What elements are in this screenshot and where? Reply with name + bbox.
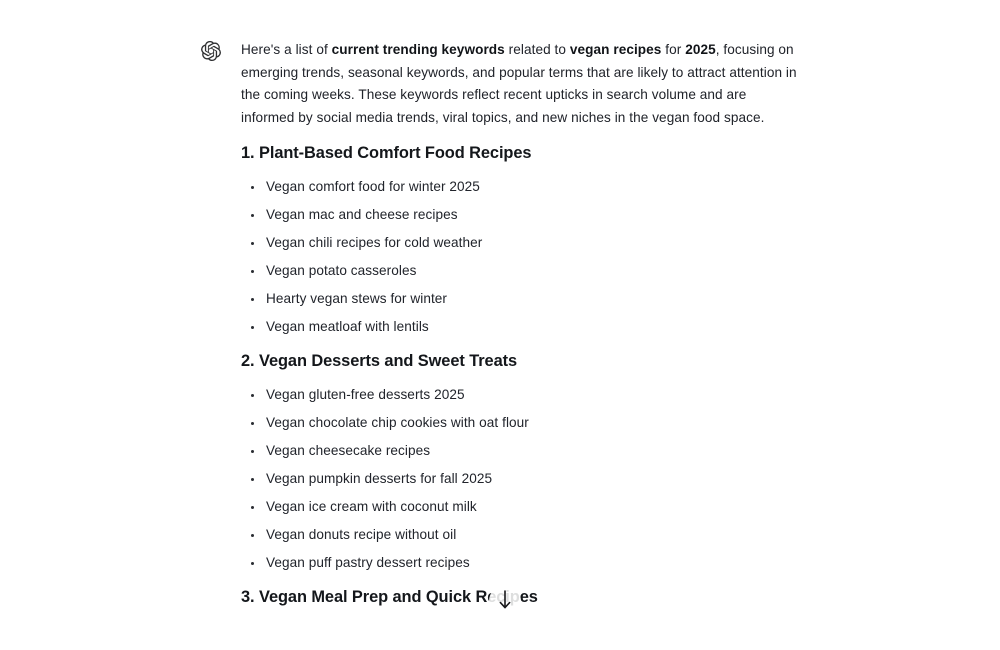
section-number-1: 1.	[241, 144, 255, 162]
keyword-text: Vegan mac and cheese recipes	[266, 207, 458, 222]
intro-paragraph: Here's a list of current trending keywor…	[241, 39, 797, 129]
intro-text-2: related to	[504, 42, 570, 57]
list-item: Vegan chocolate chip cookies with oat fl…	[241, 409, 529, 437]
section-title-1: Plant-Based Comfort Food Recipes	[259, 144, 532, 162]
intro-bold-1: current trending keywords	[331, 42, 505, 57]
keyword-text: Vegan chili recipes for cold weather	[266, 235, 483, 250]
section-heading-2: 2. Vegan Desserts and Sweet Treats	[241, 350, 517, 372]
bullet-icon	[251, 185, 255, 189]
section-title-3: Vegan Meal Prep and Quick Recipes	[259, 588, 538, 606]
bullet-icon	[251, 393, 255, 397]
bullet-icon	[251, 325, 255, 329]
bullet-icon	[251, 421, 255, 425]
list-item: Vegan mac and cheese recipes	[241, 201, 482, 229]
intro-text-1: Here's a list of	[241, 42, 332, 57]
bullet-icon	[251, 505, 255, 509]
list-item: Vegan gluten-free desserts 2025	[241, 381, 529, 409]
openai-logo-icon	[201, 40, 221, 62]
list-item: Vegan cheesecake recipes	[241, 437, 529, 465]
list-item: Vegan meatloaf with lentils	[241, 313, 482, 341]
bullet-icon	[251, 213, 255, 217]
intro-text-3: for	[661, 42, 686, 57]
list-item: Hearty vegan stews for winter	[241, 285, 482, 313]
list-item: Vegan donuts recipe without oil	[241, 521, 529, 549]
keyword-text: Vegan donuts recipe without oil	[266, 527, 457, 542]
keyword-text: Hearty vegan stews for winter	[266, 291, 448, 306]
keyword-text: Vegan potato casseroles	[266, 263, 417, 278]
bullet-icon	[251, 477, 255, 481]
keyword-list-1: Vegan comfort food for winter 2025 Vegan…	[241, 173, 482, 341]
section-heading-1: 1. Plant-Based Comfort Food Recipes	[241, 142, 532, 164]
bullet-icon	[251, 533, 255, 537]
list-item: Vegan puff pastry dessert recipes	[241, 549, 529, 577]
bullet-icon	[251, 561, 255, 565]
section-number-3: 3.	[241, 588, 255, 606]
section-title-2: Vegan Desserts and Sweet Treats	[259, 352, 518, 370]
keyword-text: Vegan chocolate chip cookies with oat fl…	[266, 415, 529, 430]
intro-bold-3: 2025	[685, 42, 716, 57]
keyword-text: Vegan meatloaf with lentils	[266, 319, 429, 334]
bullet-icon	[251, 297, 255, 301]
keyword-text: Vegan gluten-free desserts 2025	[266, 387, 465, 402]
list-item: Vegan pumpkin desserts for fall 2025	[241, 465, 529, 493]
intro-bold-2: vegan recipes	[569, 42, 662, 57]
section-heading-3: 3. Vegan Meal Prep and Quick Recipes	[241, 586, 538, 608]
message-content: Here's a list of current trending keywor…	[241, 39, 797, 606]
keyword-list-2: Vegan gluten-free desserts 2025 Vegan ch…	[241, 381, 529, 577]
bullet-icon	[251, 241, 255, 245]
section-number-2: 2.	[241, 352, 255, 370]
list-item: Vegan chili recipes for cold weather	[241, 229, 482, 257]
list-item: Vegan potato casseroles	[241, 257, 482, 285]
keyword-text: Vegan ice cream with coconut milk	[266, 499, 477, 514]
bullet-icon	[251, 449, 255, 453]
keyword-text: Vegan cheesecake recipes	[266, 443, 431, 458]
keyword-text: Vegan puff pastry dessert recipes	[266, 555, 470, 570]
keyword-text: Vegan pumpkin desserts for fall 2025	[266, 471, 493, 486]
bullet-icon	[251, 269, 255, 273]
list-item: Vegan comfort food for winter 2025	[241, 173, 482, 201]
list-item: Vegan ice cream with coconut milk	[241, 493, 529, 521]
keyword-text: Vegan comfort food for winter 2025	[266, 179, 480, 194]
